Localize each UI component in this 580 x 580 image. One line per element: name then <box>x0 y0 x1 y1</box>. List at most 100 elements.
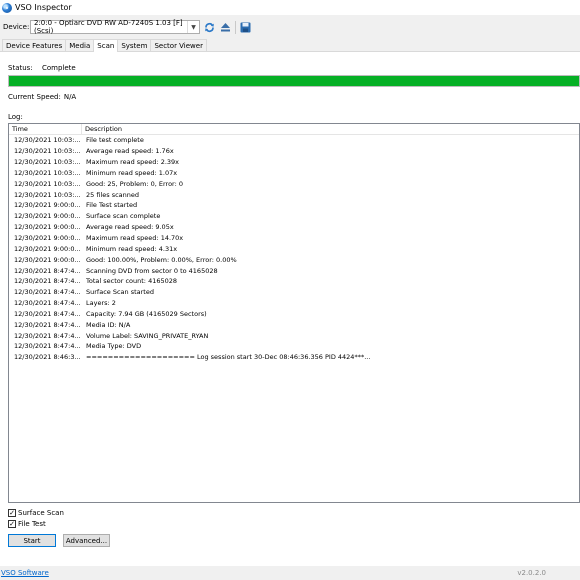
log-row-description: Volume Label: SAVING_PRIVATE_RYAN <box>86 331 209 340</box>
vso-software-link[interactable]: VSO Software <box>1 569 49 577</box>
surface-scan-label: Surface Scan <box>18 508 64 517</box>
speed-value: N/A <box>63 93 77 101</box>
log-row-description: Maximum read speed: 14.70x <box>86 234 184 243</box>
file-test-option[interactable]: ✓ File Test <box>8 518 64 529</box>
log-row-description: File Test started <box>86 201 138 210</box>
log-row[interactable]: 12/30/2021 8:47:4... Layers: 2 <box>9 298 579 309</box>
log-row[interactable]: 12/30/2021 8:47:4... Scanning DVD from se… <box>9 265 579 276</box>
log-list[interactable]: Time Description 12/30/2021 10:03:... Fil… <box>8 123 580 503</box>
footer: VSO Software v2.0.2.0 <box>0 566 580 580</box>
window-body: Device: 2:0:0 - Optiarc DVD RW AD-7240S … <box>0 15 580 580</box>
eject-icon[interactable] <box>219 21 232 34</box>
device-toolbar: Device: 2:0:0 - Optiarc DVD RW AD-7240S … <box>0 15 580 39</box>
log-row-description: Surface Scan started <box>86 288 154 297</box>
device-dropdown[interactable]: 2:0:0 - Optiarc DVD RW AD-7240S 1.03 [F]… <box>30 19 200 35</box>
log-row-time: 12/30/2021 8:47:4... <box>14 277 81 286</box>
log-row-description: Maximum read speed: 2.39x <box>86 158 180 167</box>
tab-bar: Device Features Media Scan System Sector… <box>0 39 580 52</box>
log-row-description: Media Type: DVD <box>86 342 142 351</box>
status-label: Status: <box>8 64 33 72</box>
log-row-description: Total sector count: 4165028 <box>86 277 178 286</box>
log-row-time: 12/30/2021 10:03:... <box>14 190 81 199</box>
action-buttons: Start Advanced... <box>8 534 110 547</box>
log-row-description: Good: 25, Problem: 0, Error: 0 <box>86 179 183 188</box>
column-header-description[interactable]: Description <box>82 124 122 134</box>
log-row[interactable]: 12/30/2021 9:00:0... Surface scan complet… <box>9 211 579 222</box>
file-test-checkbox[interactable]: ✓ <box>8 519 16 528</box>
log-row-time: 12/30/2021 9:00:0... <box>14 201 81 210</box>
log-row-time: 12/30/2021 9:00:0... <box>14 255 81 264</box>
log-row-description: Scanning DVD from sector 0 to 4165028 <box>86 266 218 275</box>
tab-system[interactable]: System <box>117 39 152 51</box>
chevron-down-icon[interactable]: ▼ <box>187 21 199 33</box>
log-row-time: 12/30/2021 8:46:3... <box>14 353 81 362</box>
log-row-description: Average read speed: 9.05x <box>86 223 174 232</box>
log-row[interactable]: 12/30/2021 10:03:... Maximum read speed: … <box>9 157 579 168</box>
scan-options: ✓ Surface Scan ✓ File Test <box>8 507 64 529</box>
log-row[interactable]: 12/30/2021 9:00:0... Average read speed: … <box>9 222 579 233</box>
scan-panel: Status: Complete Current Speed: N/A Log:… <box>0 52 580 566</box>
log-row[interactable]: 12/30/2021 8:47:4... Surface Scan started <box>9 287 579 298</box>
log-row-description: ==================== Log session start 3… <box>86 353 371 362</box>
log-row-time: 12/30/2021 10:03:... <box>14 158 81 167</box>
tab-device-features[interactable]: Device Features <box>2 39 67 51</box>
start-button[interactable]: Start <box>8 534 56 547</box>
progress-bar <box>8 75 580 87</box>
refresh-icon[interactable] <box>203 21 216 34</box>
log-row[interactable]: 12/30/2021 8:47:4... Media Type: DVD <box>9 341 579 352</box>
speed-row: Current Speed: N/A <box>8 93 76 101</box>
device-dropdown-value: 2:0:0 - Optiarc DVD RW AD-7240S 1.03 [F]… <box>34 19 183 35</box>
tab-sector-viewer[interactable]: Sector Viewer <box>150 39 207 51</box>
log-header: Time Description <box>9 124 579 135</box>
log-row-description: Capacity: 7.94 GB (4165029 Sectors) <box>86 309 207 318</box>
window-title: VSO Inspector <box>15 3 72 12</box>
log-row[interactable]: 12/30/2021 10:03:... Average read speed: … <box>9 146 579 157</box>
log-row-description: File test complete <box>86 136 144 145</box>
save-icon[interactable] <box>239 21 252 34</box>
log-row[interactable]: 12/30/2021 10:03:... Minimum read speed: … <box>9 168 579 179</box>
log-row[interactable]: 12/30/2021 8:47:4... Capacity: 7.94 GB (4… <box>9 309 579 320</box>
device-label: Device: <box>3 23 30 31</box>
file-test-label: File Test <box>18 519 46 528</box>
log-row[interactable]: 12/30/2021 9:00:0... File Test started <box>9 200 579 211</box>
speed-label: Current Speed: <box>8 93 61 101</box>
log-row[interactable]: 12/30/2021 8:47:4... Media ID: N/A <box>9 319 579 330</box>
log-row-time: 12/30/2021 8:47:4... <box>14 342 81 351</box>
title-bar: VSO Inspector <box>0 0 580 15</box>
log-row[interactable]: 12/30/2021 8:47:4... Volume Label: SAVING… <box>9 330 579 341</box>
log-row-time: 12/30/2021 9:00:0... <box>14 234 81 243</box>
tab-scan[interactable]: Scan <box>93 39 119 52</box>
progress-fill <box>9 76 579 86</box>
surface-scan-option[interactable]: ✓ Surface Scan <box>8 507 64 518</box>
log-row[interactable]: 12/30/2021 10:03:... 25 files scanned <box>9 189 579 200</box>
log-row-time: 12/30/2021 10:03:... <box>14 136 81 145</box>
tab-media[interactable]: Media <box>65 39 95 51</box>
log-row[interactable]: 12/30/2021 10:03:... Good: 25, Problem: 0… <box>9 178 579 189</box>
log-row-description: Average read speed: 1.76x <box>86 147 174 156</box>
log-row[interactable]: 12/30/2021 9:00:0... Maximum read speed: … <box>9 233 579 244</box>
log-row-description: 25 files scanned <box>86 190 139 199</box>
log-row-time: 12/30/2021 8:47:4... <box>14 288 81 297</box>
log-row-description: Minimum read speed: 4.31x <box>86 244 178 253</box>
surface-scan-checkbox[interactable]: ✓ <box>8 508 16 517</box>
log-row-time: 12/30/2021 8:47:4... <box>14 299 81 308</box>
log-row-time: 12/30/2021 10:03:... <box>14 179 81 188</box>
log-row[interactable]: 12/30/2021 8:47:4... Total sector count: … <box>9 276 579 287</box>
log-row-time: 12/30/2021 9:00:0... <box>14 223 81 232</box>
log-row-time: 12/30/2021 10:03:... <box>14 168 81 177</box>
column-header-time[interactable]: Time <box>9 124 82 134</box>
log-row[interactable]: 12/30/2021 9:00:0... Minimum read speed: … <box>9 243 579 254</box>
log-row-time: 12/30/2021 9:00:0... <box>14 244 81 253</box>
version-label: v2.0.2.0 <box>517 569 546 577</box>
log-row[interactable]: 12/30/2021 8:46:3... ====================… <box>9 352 579 363</box>
log-row-time: 12/30/2021 8:47:4... <box>14 320 81 329</box>
log-row-time: 12/30/2021 8:47:4... <box>14 331 81 340</box>
app-icon <box>2 2 12 13</box>
advanced-button[interactable]: Advanced... <box>63 534 110 547</box>
log-row[interactable]: 12/30/2021 9:00:0... Good: 100.00%, Probl… <box>9 254 579 265</box>
log-row[interactable]: 12/30/2021 10:03:... File test complete <box>9 135 579 146</box>
status-value: Complete <box>42 64 76 72</box>
log-row-time: 12/30/2021 9:00:0... <box>14 212 81 221</box>
toolbar-divider <box>235 20 236 34</box>
log-row-description: Good: 100.00%, Problem: 0.00%, Error: 0.… <box>86 255 237 264</box>
